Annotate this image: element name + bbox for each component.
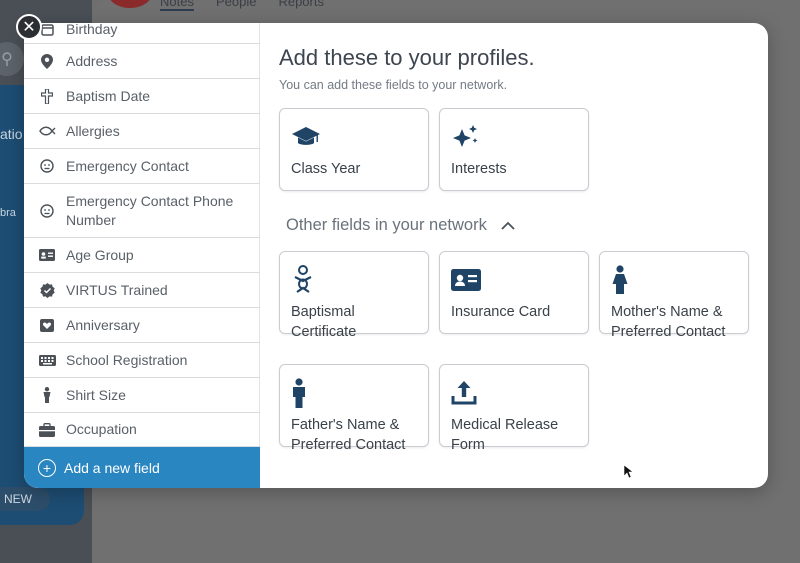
face-icon [38,159,56,173]
sidebar-item-label: Emergency Contact Phone Number [66,192,234,228]
new-button[interactable]: NEW [0,487,50,511]
field-card-label: Interests [451,161,507,177]
briefcase-icon [38,422,56,437]
panel-heading-fragment: atio [0,126,23,142]
modal-title: Add these to your profiles. [279,45,535,70]
field-card-class-year[interactable]: Class Year [279,108,429,191]
badge-check-icon [38,282,56,298]
map-pin-icon [38,53,56,69]
modal-subtitle: You can add these fields to your network… [279,78,508,92]
baby-icon [291,264,417,296]
sidebar-item-address[interactable]: Address [24,44,260,79]
field-card-label: Class Year [291,161,361,177]
sidebar-item-birthday[interactable]: Birthday [24,23,260,44]
sidebar-item-label: Age Group [66,246,134,263]
sidebar-item-label: Allergies [66,122,120,139]
new-button-label: NEW [4,492,32,506]
field-card-insurance-card[interactable]: Insurance Card [439,251,589,334]
person-icon [38,387,56,403]
sidebar-item-label: Address [66,52,118,69]
add-new-field-button[interactable]: + Add a new field [24,447,260,488]
keyboard-icon [38,354,56,366]
upload-icon [451,377,577,409]
id-card-icon [38,249,56,261]
sidebar-item-label: Occupation [66,421,137,437]
woman-icon [611,264,737,296]
field-card-label: Father's Name & Preferred Contact [291,417,406,453]
sidebar-item-age-group[interactable]: Age Group [24,238,260,273]
man-icon [291,377,417,409]
sidebar-item-virtus-trained[interactable]: VIRTUS Trained [24,273,260,308]
sidebar-item-label: VIRTUS Trained [66,281,168,298]
field-card-baptismal-certificate[interactable]: Baptismal Certificate [279,251,429,340]
sidebar-item-emergency-contact-phone[interactable]: Emergency Contact Phone Number [24,184,260,238]
field-card-fathers-name[interactable]: Father's Name & Preferred Contact [279,364,429,453]
chevron-up-icon [501,216,515,235]
sidebar-item-emergency-contact[interactable]: Emergency Contact [24,149,260,184]
sidebar-item-label: School Registration [66,351,188,368]
sidebar-item-label: Birthday [66,23,118,37]
plus-circle-icon: + [38,458,56,477]
field-list-sidebar: Birthday Address Baptism Date Allergies [24,23,260,488]
field-card-label: Medical Release Form [451,417,559,453]
sidebar-item-baptism-date[interactable]: Baptism Date [24,79,260,114]
fields-content: Add these to your profiles. You can add … [260,23,768,488]
sidebar-item-label: Baptism Date [66,87,151,104]
other-fields-toggle[interactable]: Other fields in your network [286,216,515,235]
sidebar-item-occupation[interactable]: Occupation [24,413,260,447]
sidebar-item-school-registration[interactable]: School Registration [24,343,260,378]
heart-card-icon [38,318,56,332]
sidebar-item-label: Emergency Contact [66,157,189,174]
allergy-icon [38,125,56,137]
close-button[interactable]: ✕ [16,14,42,40]
other-fields-heading: Other fields in your network [286,216,487,234]
panel-label-fragment: bra [0,207,16,219]
add-new-field-label: Add a new field [64,459,160,476]
sidebar-item-anniversary[interactable]: Anniversary [24,308,260,343]
sidebar-item-label: Anniversary [66,316,140,333]
tab-notes[interactable]: Notes [160,0,194,11]
sidebar-item-allergies[interactable]: Allergies [24,114,260,149]
add-fields-modal: Birthday Address Baptism Date Allergies [24,23,768,488]
sparkles-icon [451,121,577,153]
sidebar-item-label: Shirt Size [66,386,126,403]
field-card-mothers-name[interactable]: Mother's Name & Preferred Contact [599,251,749,340]
field-card-medical-release-form[interactable]: Medical Release Form [439,364,589,453]
close-icon: ✕ [22,19,36,36]
tab-bar: Notes People Reports [160,0,324,11]
id-card-icon [451,264,577,296]
cross-icon [38,88,56,104]
field-card-label: Baptismal Certificate [291,304,357,340]
field-card-label: Mother's Name & Preferred Contact [611,304,726,340]
field-card-interests[interactable]: Interests [439,108,589,191]
field-card-label: Insurance Card [451,304,551,320]
face-icon [38,203,56,218]
mouse-cursor-icon [624,465,634,479]
sidebar-item-shirt-size[interactable]: Shirt Size [24,378,260,413]
graduation-cap-icon [291,121,417,153]
tab-reports[interactable]: Reports [278,0,324,11]
tab-people[interactable]: People [216,0,256,11]
